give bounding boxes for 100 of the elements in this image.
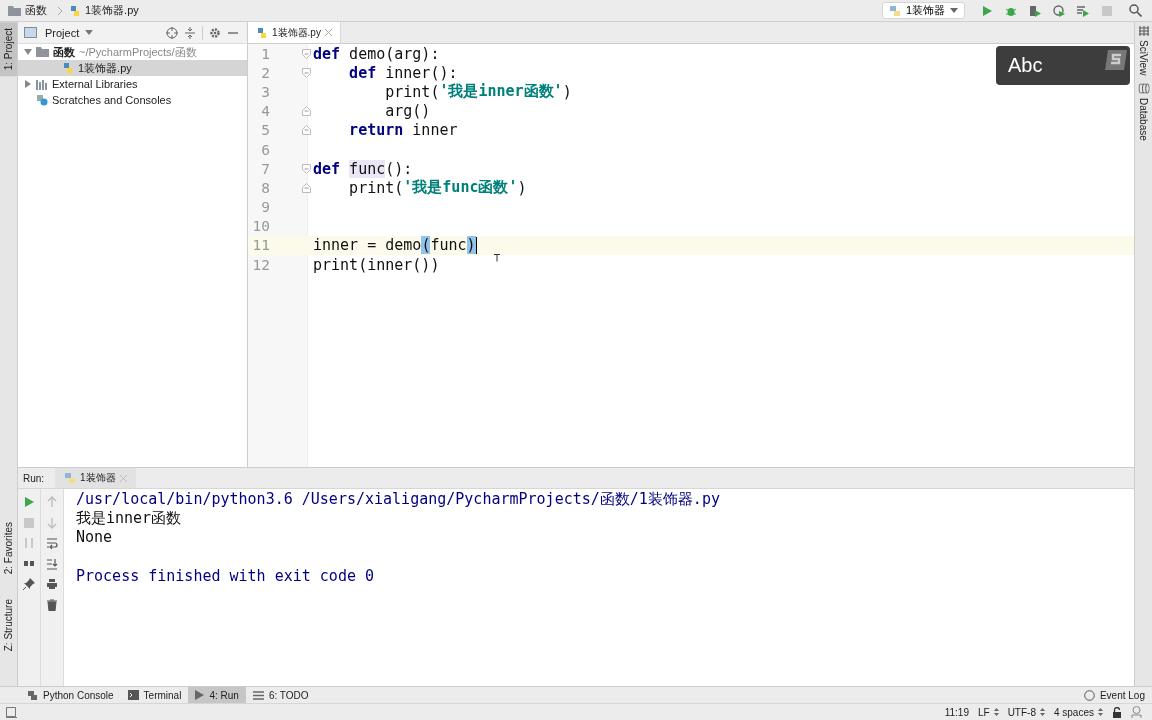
console-line: 我是inner函数	[76, 509, 183, 529]
python-file-icon	[69, 4, 81, 17]
tool-window-button[interactable]: 6: TODO	[245, 687, 316, 703]
run-configuration-dropdown[interactable]: 1装饰器	[881, 2, 965, 19]
updown-icon	[993, 708, 999, 716]
run-icon[interactable]	[981, 4, 993, 17]
caret-position[interactable]: 11:19	[944, 706, 969, 718]
soft-wrap-icon[interactable]	[46, 537, 58, 549]
run-tab[interactable]: 1装饰器	[55, 468, 136, 488]
code-line: print('我是func函数')	[348, 178, 527, 198]
inspector-icon[interactable]	[1131, 706, 1142, 718]
code-line: print(inner())	[313, 255, 440, 274]
line-number: 5	[260, 122, 270, 139]
close-icon[interactable]	[324, 29, 332, 36]
speech-bubble-icon	[1083, 689, 1095, 701]
line-number: 7	[260, 160, 270, 177]
tool-window-tab[interactable]: Z: Structure	[0, 592, 17, 657]
profiler-icon[interactable]	[1053, 4, 1065, 17]
expand-arrow-icon	[24, 80, 32, 88]
fold-marker-icon[interactable]	[302, 67, 311, 78]
coverage-icon[interactable]	[1029, 4, 1041, 17]
updown-icon	[1039, 708, 1045, 716]
expand-arrow-icon	[24, 48, 32, 56]
console-line: None	[76, 528, 114, 548]
indent-selector[interactable]: 4 spaces	[1053, 706, 1103, 718]
tool-window-button[interactable]: Python Console	[20, 687, 121, 703]
tree-item[interactable]: 1装饰器.py	[18, 60, 247, 76]
database-icon	[1138, 83, 1149, 94]
fold-marker-icon[interactable]	[302, 182, 311, 193]
tree-item[interactable]: Scratches and Consoles	[18, 92, 247, 108]
trash-icon[interactable]	[46, 598, 58, 611]
code-line: return inner	[348, 121, 458, 140]
concurrency-icon[interactable]	[1077, 4, 1089, 17]
input-method-popup: Abc	[996, 46, 1130, 85]
search-icon[interactable]	[1129, 4, 1142, 17]
python-icon	[64, 472, 76, 484]
tool-window-tab[interactable]: 1: Project	[0, 22, 17, 77]
panel-icon	[24, 27, 37, 38]
tool-window-button[interactable]: Terminal	[120, 687, 189, 703]
line-separator-selector[interactable]: LF	[977, 706, 999, 718]
settings-icon[interactable]	[209, 26, 221, 39]
line-number: 11	[251, 237, 270, 254]
tool-window-button[interactable]: 4: Run	[188, 687, 246, 703]
panel-toggle-icon[interactable]	[5, 706, 17, 718]
line-number: 9	[260, 199, 270, 216]
library-icon	[36, 78, 48, 90]
chevron-icon	[57, 5, 63, 16]
lock-icon[interactable]	[1112, 706, 1122, 718]
grid-icon	[1138, 26, 1149, 36]
code-line: def demo(arg):	[313, 44, 440, 63]
python-icon	[27, 689, 38, 701]
event-log-button[interactable]: Event Log	[1076, 687, 1152, 703]
scroll-to-end-icon[interactable]	[46, 557, 58, 570]
tree-item[interactable]: External Libraries	[18, 76, 247, 92]
fold-marker-icon[interactable]	[302, 48, 311, 59]
collapse-icon[interactable]	[184, 26, 196, 39]
breadcrumb-item[interactable]: 函数	[25, 3, 47, 18]
fold-marker-icon[interactable]	[302, 163, 311, 174]
rerun-icon[interactable]	[23, 496, 35, 508]
tool-window-tab[interactable]: SciView	[1135, 26, 1152, 76]
list-icon	[252, 690, 264, 700]
python-icon	[888, 4, 901, 17]
folder-icon	[36, 47, 49, 57]
line-number: 3	[260, 83, 270, 100]
line-number: 6	[260, 141, 270, 158]
print-icon[interactable]	[46, 578, 58, 590]
text-cursor-icon	[494, 254, 500, 262]
run-label: Run:	[22, 472, 46, 484]
caret-icon[interactable]	[85, 30, 94, 35]
pin-icon[interactable]	[23, 578, 35, 590]
terminal-icon	[127, 690, 139, 700]
tool-window-tab[interactable]: 2: Favorites	[0, 516, 17, 581]
panel-title[interactable]: Project	[45, 26, 80, 39]
path-hint: ~/PycharmProjects/函数	[79, 44, 197, 60]
line-number: 4	[260, 103, 270, 120]
caret-icon	[950, 8, 958, 13]
line-number: 12	[251, 256, 270, 273]
tree-item[interactable]: 函数 ~/PycharmProjects/函数	[18, 44, 247, 60]
code-line: def func():	[313, 159, 413, 178]
python-file-icon	[256, 26, 268, 39]
tool-window-tab[interactable]: Database	[1135, 83, 1152, 142]
code-line: def inner():	[348, 63, 458, 82]
code-line: inner = demo(func)	[313, 236, 478, 255]
keyboard-logo-icon	[1104, 49, 1128, 71]
fold-marker-icon[interactable]	[302, 125, 311, 136]
folder-icon	[8, 5, 21, 16]
scratch-icon	[36, 94, 48, 106]
fold-marker-icon[interactable]	[302, 106, 311, 117]
run-icon	[195, 690, 205, 700]
line-number: 10	[251, 218, 270, 235]
up-arrow-icon[interactable]	[46, 496, 58, 508]
code-line: arg()	[384, 102, 431, 121]
editor-tab[interactable]: 1装饰器.py	[248, 22, 341, 43]
console-line: /usr/local/bin/python3.6 /Users/xialigang/PycharmProjects/函数/1装饰器.py	[76, 490, 720, 510]
python-file-icon	[62, 62, 74, 74]
down-arrow-icon[interactable]	[46, 516, 58, 529]
breadcrumb-item[interactable]: 1装饰器.py	[85, 3, 139, 18]
line-number: 8	[260, 179, 270, 196]
encoding-selector[interactable]: UTF-8	[1007, 706, 1045, 718]
locate-icon[interactable]	[166, 26, 178, 39]
